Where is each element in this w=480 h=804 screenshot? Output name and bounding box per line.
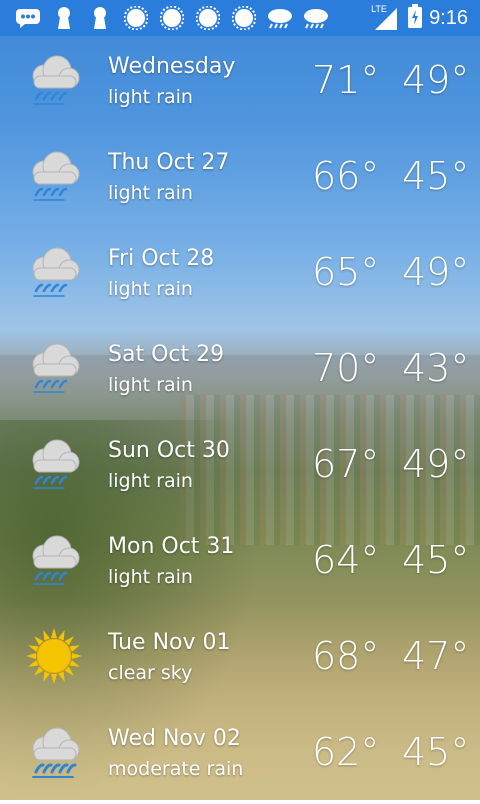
light-rain-icon	[24, 50, 84, 110]
status-clock: 9:16	[429, 6, 468, 29]
rain-cloud-icon	[298, 0, 334, 36]
forecast-row[interactable]: Tue Nov 01 clear sky 68° 47°	[0, 612, 480, 708]
forecast-day-label: Wed Nov 02	[108, 726, 241, 751]
forecast-high-temp: 68°	[312, 634, 380, 678]
forecast-day-label: Sun Oct 30	[108, 438, 230, 463]
sun-icon	[190, 0, 226, 36]
forecast-row[interactable]: Thu Oct 27 light rain 66° 45°	[0, 132, 480, 228]
light-rain-icon	[24, 242, 84, 302]
status-bar: LTE 9:16	[0, 0, 480, 36]
sun-icon	[226, 0, 262, 36]
forecast-condition-label: light rain	[108, 374, 193, 396]
forecast-high-temp: 62°	[312, 730, 380, 774]
forecast-row[interactable]: Mon Oct 31 light rain 64° 45°	[0, 516, 480, 612]
forecast-condition-label: clear sky	[108, 662, 193, 684]
sun-icon	[118, 0, 154, 36]
forecast-list: Wednesday light rain 71° 49° Thu Oct 27 ligh…	[0, 36, 480, 804]
light-rain-icon	[24, 338, 84, 398]
light-rain-icon	[24, 434, 84, 494]
light-rain-icon	[24, 146, 84, 206]
forecast-condition-label: light rain	[108, 470, 193, 492]
forecast-high-temp: 65°	[312, 250, 380, 294]
forecast-high-temp: 70°	[312, 346, 380, 390]
battery-charging-icon	[407, 3, 423, 33]
forecast-high-temp: 64°	[312, 538, 380, 582]
light-rain-icon	[24, 530, 84, 590]
forecast-high-temp: 67°	[312, 442, 380, 486]
sun-icon	[154, 0, 190, 36]
lte-signal-icon: LTE	[371, 4, 401, 32]
forecast-day-label: Mon Oct 31	[108, 534, 235, 559]
rain-cloud-icon	[262, 0, 298, 36]
forecast-low-temp: 45°	[402, 538, 470, 582]
keyhole-icon	[82, 0, 118, 36]
forecast-row[interactable]: Sat Oct 29 light rain 70° 43°	[0, 324, 480, 420]
forecast-row[interactable]: Sun Oct 30 light rain 67° 49°	[0, 420, 480, 516]
message-icon	[10, 0, 46, 36]
forecast-low-temp: 45°	[402, 154, 470, 198]
forecast-low-temp: 43°	[402, 346, 470, 390]
forecast-low-temp: 49°	[402, 250, 470, 294]
forecast-row[interactable]: Wed Nov 02 moderate rain 62° 45°	[0, 708, 480, 804]
forecast-condition-label: moderate rain	[108, 758, 244, 780]
keyhole-icon	[46, 0, 82, 36]
forecast-row[interactable]: Fri Oct 28 light rain 65° 49°	[0, 228, 480, 324]
forecast-high-temp: 71°	[312, 58, 380, 102]
sun-icon	[24, 626, 84, 686]
forecast-day-label: Tue Nov 01	[108, 630, 231, 655]
forecast-condition-label: light rain	[108, 566, 193, 588]
moderate-rain-icon	[24, 722, 84, 782]
forecast-condition-label: light rain	[108, 86, 193, 108]
forecast-low-temp: 49°	[402, 58, 470, 102]
forecast-condition-label: light rain	[108, 278, 193, 300]
forecast-low-temp: 47°	[402, 634, 470, 678]
forecast-low-temp: 45°	[402, 730, 470, 774]
forecast-day-label: Fri Oct 28	[108, 246, 215, 271]
forecast-low-temp: 49°	[402, 442, 470, 486]
forecast-day-label: Thu Oct 27	[108, 150, 230, 175]
forecast-row[interactable]: Wednesday light rain 71° 49°	[0, 36, 480, 132]
forecast-high-temp: 66°	[312, 154, 380, 198]
forecast-day-label: Sat Oct 29	[108, 342, 225, 367]
forecast-day-label: Wednesday	[108, 54, 236, 79]
forecast-condition-label: light rain	[108, 182, 193, 204]
